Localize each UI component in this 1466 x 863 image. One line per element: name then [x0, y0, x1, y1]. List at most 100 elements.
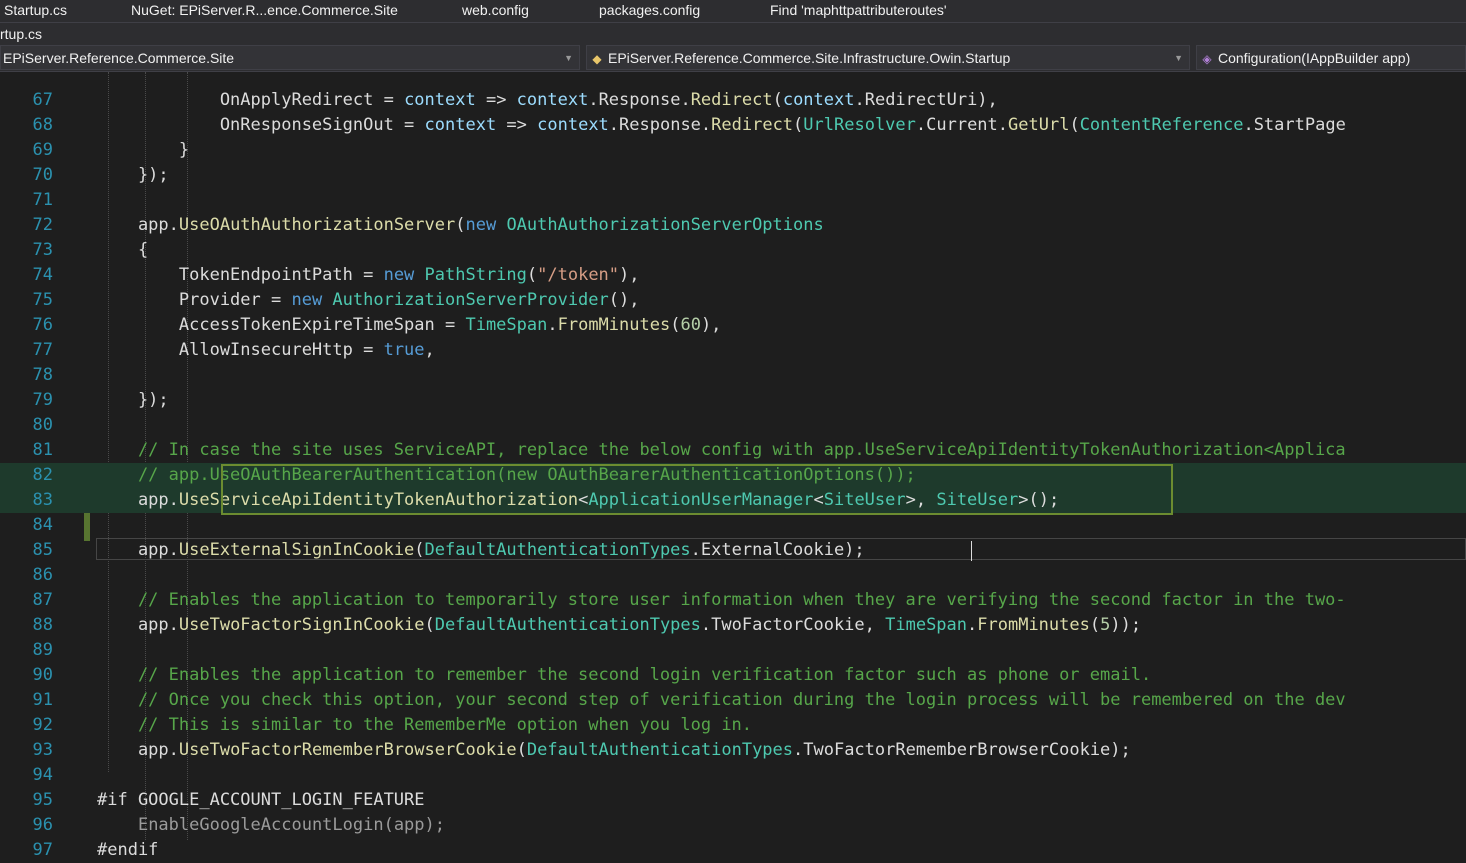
code-text: Provider = new AuthorizationServerProvid…: [97, 288, 640, 313]
code-token: .TwoFactorCookie,: [700, 615, 886, 635]
code-token: app.: [97, 540, 179, 560]
code-token: FromMinutes: [557, 315, 671, 335]
code-line[interactable]: 96 EnableGoogleAccountLogin(app);: [0, 813, 1466, 838]
code-text: [97, 63, 609, 88]
code-line[interactable]: 94: [0, 763, 1466, 788]
code-line[interactable]: 79 });: [0, 388, 1466, 413]
code-line[interactable]: 76 AccessTokenExpireTimeSpan = TimeSpan.…: [0, 313, 1466, 338]
code-token: OnResponseSignOut: [97, 115, 405, 135]
code-line[interactable]: 73 {: [0, 238, 1466, 263]
code-token: DefaultAuthenticationTypes: [526, 740, 794, 760]
code-line[interactable]: 92 // This is similar to the RememberMe …: [0, 713, 1466, 738]
code-token: =: [383, 90, 405, 110]
code-line[interactable]: 81 // In case the site uses ServiceAPI, …: [0, 438, 1466, 463]
tab-nuget[interactable]: NuGet: EPiServer.R...ence.Commerce.Site: [131, 0, 398, 22]
code-line[interactable]: 71: [0, 188, 1466, 213]
line-number: 74: [32, 265, 53, 285]
code-token: =>: [475, 90, 517, 110]
code-line[interactable]: 85 app.UseExternalSignInCookie(DefaultAu…: [0, 538, 1466, 563]
code-text: OnResponseSignOut = context => context.R…: [97, 113, 1346, 138]
tab-web-config[interactable]: web.config: [462, 0, 529, 22]
code-token: Provider =: [97, 290, 292, 310]
line-number: 72: [32, 215, 53, 235]
code-line[interactable]: 74 TokenEndpointPath = new PathString("/…: [0, 263, 1466, 288]
line-number: 85: [32, 540, 53, 560]
code-line[interactable]: 90 // Enables the application to remembe…: [0, 663, 1466, 688]
code-token: ),: [619, 265, 640, 285]
code-token: UseExternalSignInCookie: [178, 540, 415, 560]
code-token: context: [516, 90, 589, 110]
code-text: app.UseTwoFactorRememberBrowserCookie(De…: [97, 738, 1131, 763]
line-number: 97: [32, 840, 53, 860]
code-line[interactable]: 87 // Enables the application to tempora…: [0, 588, 1466, 613]
code-line[interactable]: 97 #endif: [0, 838, 1466, 863]
code-token: DefaultAuthenticationTypes: [434, 615, 701, 635]
code-token: ),: [700, 315, 722, 335]
code-token: app.: [97, 215, 179, 235]
code-line[interactable]: 72 app.UseOAuthAuthorizationServer(new O…: [0, 213, 1466, 238]
code-line[interactable]: [0, 63, 1466, 88]
code-token: (: [526, 265, 538, 285]
line-number: 95: [32, 790, 53, 810]
code-token: UrlResolver: [803, 115, 916, 135]
code-line[interactable]: 91 // Once you check this option, your s…: [0, 688, 1466, 713]
code-line[interactable]: 68 OnResponseSignOut = context => contex…: [0, 113, 1466, 138]
code-token: context: [537, 115, 609, 135]
file-path-label: rtup.cs: [0, 23, 1466, 43]
code-text: });: [97, 163, 169, 188]
line-number: 84: [32, 515, 53, 535]
selection-box: [221, 464, 1173, 515]
line-number: 90: [32, 665, 53, 685]
code-line[interactable]: 89: [0, 638, 1466, 663]
code-token: new: [383, 265, 425, 285]
code-text: #if GOOGLE_ACCOUNT_LOGIN_FEATURE: [97, 788, 425, 813]
code-token: (: [455, 215, 466, 235]
code-line[interactable]: 69 }: [0, 138, 1466, 163]
tab-find-results[interactable]: Find 'maphttpattributeroutes': [770, 0, 947, 22]
code-line[interactable]: 80: [0, 413, 1466, 438]
code-line[interactable]: 88 app.UseTwoFactorSignInCookie(DefaultA…: [0, 613, 1466, 638]
code-token: .TwoFactorRememberBrowserCookie);: [793, 740, 1131, 760]
line-number: 77: [32, 340, 53, 360]
line-number: 73: [32, 240, 53, 260]
tab-packages-config[interactable]: packages.config: [599, 0, 700, 22]
code-line[interactable]: 77 AllowInsecureHttp = true,: [0, 338, 1466, 363]
code-line[interactable]: 95 #if GOOGLE_ACCOUNT_LOGIN_FEATURE: [0, 788, 1466, 813]
line-number: 94: [32, 765, 53, 785]
code-line[interactable]: 78: [0, 363, 1466, 388]
code-token: =>: [496, 115, 538, 135]
code-token: (: [670, 315, 681, 335]
code-token: #endif: [97, 840, 159, 860]
code-line[interactable]: 75 Provider = new AuthorizationServerPro…: [0, 288, 1466, 313]
code-token: (: [1069, 115, 1080, 135]
code-token: UseOAuthAuthorizationServer: [178, 215, 456, 235]
code-token: (: [772, 90, 783, 110]
code-token: app.: [97, 740, 179, 760]
tab-startup-cs[interactable]: Startup.cs: [4, 0, 67, 22]
code-editor[interactable]: 67 OnApplyRedirect = context => context.…: [0, 72, 1466, 860]
code-line[interactable]: 70 });: [0, 163, 1466, 188]
code-token: 60: [680, 315, 701, 335]
line-number: 69: [32, 140, 53, 160]
code-token: true: [383, 340, 425, 360]
code-line[interactable]: 67 OnApplyRedirect = context => context.…: [0, 88, 1466, 113]
code-token: OnApplyRedirect: [97, 90, 384, 110]
code-text: });: [97, 388, 169, 413]
code-token: // Once you check this option, your seco…: [97, 690, 1346, 710]
code-line[interactable]: 93 app.UseTwoFactorRememberBrowserCookie…: [0, 738, 1466, 763]
code-token: #if GOOGLE_ACCOUNT_LOGIN_FEATURE: [97, 790, 425, 810]
code-token: TimeSpan: [885, 615, 968, 635]
line-number: 70: [32, 165, 53, 185]
code-token: "/token": [537, 265, 620, 285]
code-token: }: [97, 140, 190, 160]
code-line[interactable]: 84: [0, 513, 1466, 538]
code-token: UseTwoFactorSignInCookie: [178, 615, 425, 635]
code-line[interactable]: 86: [0, 563, 1466, 588]
code-text: app.UseExternalSignInCookie(DefaultAuthe…: [97, 538, 865, 563]
line-number: 75: [32, 290, 53, 310]
code-token: .: [547, 315, 558, 335]
code-token: new: [291, 290, 333, 310]
code-token: EnableGoogleAccountLogin(app);: [137, 815, 445, 835]
code-token: PathString: [424, 265, 527, 285]
line-number: 81: [32, 440, 53, 460]
